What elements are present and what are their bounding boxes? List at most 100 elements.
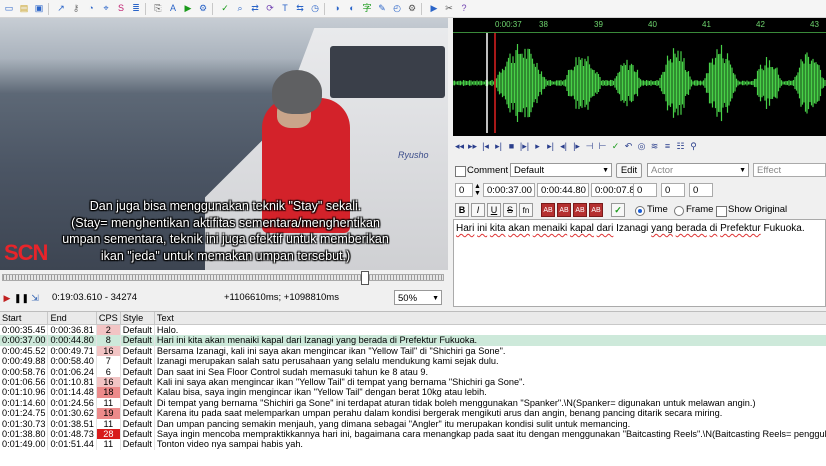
replace-icon[interactable]: ⇄ [249, 3, 261, 15]
table-row[interactable]: 0:01:06.56 0:01:10.81 16 Default Kali ini sa… [0, 377, 826, 388]
new-file-icon[interactable]: ▭ [3, 3, 15, 15]
styles-icon[interactable]: S [115, 3, 127, 15]
subtitle-grid[interactable]: Start End CPS Style Text 0:00:35.45 0:00:… [0, 311, 826, 466]
undo-icon[interactable]: ↶ [622, 141, 635, 152]
font-button[interactable]: fn [519, 203, 533, 217]
video-icon[interactable]: ▶ [182, 3, 194, 15]
table-row[interactable]: 0:01:38.80 0:01:48.73 28 Default Saya ingin … [0, 429, 826, 440]
play-icon[interactable]: ▶ [0, 293, 14, 304]
timing-icon[interactable]: ◔ [85, 3, 97, 15]
play-end-icon[interactable]: ▸| [544, 141, 557, 152]
prev-line-icon[interactable]: ◂◂ [453, 141, 466, 152]
audio-display[interactable]: 0:00:37 38 39 40 41 42 43 [453, 18, 826, 136]
video-seek-bar[interactable] [0, 270, 448, 288]
secondary-color-button[interactable]: AB [557, 203, 571, 217]
next-line-icon[interactable]: ▸▸ [466, 141, 479, 152]
visual-typeset-icon[interactable]: ✎ [376, 3, 388, 15]
translation-icon[interactable]: ◑ [331, 3, 343, 15]
table-row[interactable]: 0:00:58.76 0:01:06.24 6 Default Dan saat ini… [0, 366, 826, 378]
play-after-icon[interactable]: ▸| [492, 141, 505, 152]
save-icon[interactable]: ▣ [33, 3, 45, 15]
bold-button[interactable]: B [455, 203, 469, 217]
table-row[interactable]: 0:01:30.73 0:01:38.51 11 Default Dan umpan p… [0, 418, 826, 430]
lead-out-icon[interactable]: ⊢ [596, 141, 609, 152]
kanji-icon[interactable]: 字 [361, 3, 373, 15]
spectrum-icon[interactable]: ≡ [661, 141, 674, 151]
table-row[interactable]: 0:00:49.88 0:00:58.40 7 Default Izanagi meru… [0, 356, 826, 367]
jump-icon[interactable]: ↗ [55, 3, 67, 15]
commit-check-icon[interactable]: ✓ [611, 203, 625, 217]
translate-icon[interactable]: T [279, 3, 291, 15]
auto-scroll-icon[interactable]: ≋ [648, 141, 661, 152]
italic-button[interactable]: I [471, 203, 485, 217]
underline-button[interactable]: U [487, 203, 501, 217]
shadow-color-button[interactable]: AB [589, 203, 603, 217]
automation-icon[interactable]: ⚙ [197, 3, 209, 15]
margin-left-field[interactable]: 0 [633, 183, 657, 197]
table-row[interactable]: 0:01:49.00 0:01:51.44 11 Default Tonton vide… [0, 439, 826, 450]
goto-icon[interactable]: ◎ [635, 141, 648, 152]
table-row[interactable]: 0:00:35.45 0:00:36.81 2 Default Halo. [0, 324, 826, 336]
table-row[interactable]: 0:01:24.75 0:01:30.62 19 Default Karena itu … [0, 408, 826, 419]
frame-radio[interactable] [674, 206, 684, 216]
pause-icon[interactable]: ❚❚ [14, 293, 29, 304]
autoscroll-icon[interactable]: ⇲ [28, 293, 42, 304]
zoom-select[interactable]: 50% ▼ [394, 290, 442, 305]
shift-icon[interactable]: ⇆ [294, 3, 306, 15]
style-select[interactable]: Default ▼ [510, 163, 612, 177]
audio-waveform[interactable] [453, 33, 826, 133]
outline-color-button[interactable]: AB [573, 203, 587, 217]
margin-right-field[interactable]: 0 [661, 183, 685, 197]
col-header-cps[interactable]: CPS [96, 312, 121, 325]
help-icon[interactable]: ? [458, 3, 470, 15]
primary-color-button[interactable]: AB [541, 203, 555, 217]
strikeout-button[interactable]: S [503, 203, 517, 217]
table-row[interactable]: 0:01:10.96 0:01:14.48 18 Default Kalau bisa,… [0, 387, 826, 398]
subtitle-text-editor[interactable]: Hari ini kita akan menaiki kapal dari Iz… [453, 219, 826, 307]
time-radio[interactable] [635, 206, 645, 216]
layer-spin-icon[interactable]: ▲ ▼ [474, 183, 481, 197]
comment-checkbox[interactable] [455, 166, 466, 177]
table-row[interactable]: 0:01:14.60 0:01:24.56 11 Default Di tempat y… [0, 397, 826, 409]
zoom-icon[interactable]: ⚲ [687, 141, 700, 152]
tools-icon[interactable]: ✂ [443, 3, 455, 15]
layer-field[interactable]: 0 [455, 183, 473, 197]
margin-vertical-field[interactable]: 0 [689, 183, 713, 197]
table-row[interactable]: 0:00:37.00 0:00:44.80 8 Default Hari ini kit… [0, 335, 826, 346]
effect-field[interactable]: Effect [753, 163, 826, 177]
fonts-icon[interactable]: A [167, 3, 179, 15]
table-row[interactable]: 0:00:45.52 0:00:49.71 16 Default Bersama Iza… [0, 345, 826, 357]
lead-in-icon[interactable]: ⊣ [583, 141, 596, 152]
seek-track[interactable] [2, 274, 444, 281]
commit-icon[interactable]: ✓ [609, 141, 622, 152]
karaoke-icon[interactable]: ☷ [674, 141, 687, 152]
play-before-icon[interactable]: |◂ [479, 141, 492, 152]
pin-icon[interactable]: ⌖ [100, 3, 112, 15]
attachments-icon[interactable]: ⎘ [152, 3, 164, 15]
stop-icon[interactable]: ■ [505, 141, 518, 151]
play-line-icon[interactable]: ▸ [531, 141, 544, 152]
edit-style-button[interactable]: Edit [616, 163, 642, 178]
col-header-start[interactable]: Start [0, 312, 49, 325]
play-selection-icon[interactable]: |▸| [518, 141, 531, 152]
play-icon[interactable]: ▶ [428, 3, 440, 15]
find-icon[interactable]: ⌕ [234, 3, 246, 15]
translate-assist-icon[interactable]: ◐ [346, 3, 358, 15]
col-header-end[interactable]: End [47, 312, 97, 325]
timing-post-icon[interactable]: ◷ [309, 3, 321, 15]
video-display[interactable]: Ryusho SCN Dan juga bisa menggunakan tek… [0, 18, 448, 270]
video-time[interactable]: 0:19:03.610 - 34274 [52, 292, 137, 303]
gear-icon[interactable]: ⚙ [406, 3, 418, 15]
resample-icon[interactable]: ⟳ [264, 3, 276, 15]
spell-icon[interactable]: ✓ [219, 3, 231, 15]
open-folder-icon[interactable]: ▤ [18, 3, 30, 15]
properties-icon[interactable]: ≣ [130, 3, 142, 15]
col-header-text[interactable]: Text [154, 312, 826, 325]
play-to-end-icon[interactable]: |▸ [570, 141, 583, 152]
keyframe-icon[interactable]: ⚷ [70, 3, 82, 15]
end-time-field[interactable]: 0:00:44.80 [537, 183, 589, 197]
play-start-icon[interactable]: ◂| [557, 141, 570, 152]
seek-thumb[interactable] [361, 271, 369, 285]
show-original-checkbox[interactable] [716, 206, 727, 217]
start-time-field[interactable]: 0:00:37.00 [483, 183, 535, 197]
